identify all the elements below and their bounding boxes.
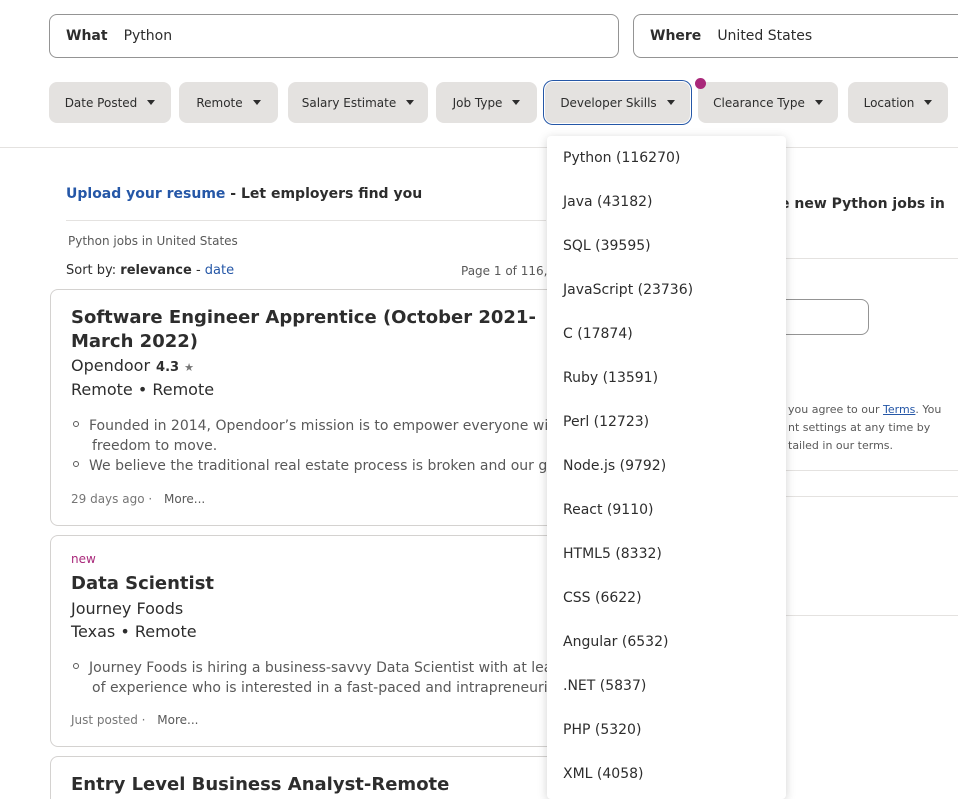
caret-down-icon — [406, 100, 415, 105]
caret-down-icon — [512, 100, 521, 105]
caret-down-icon — [147, 100, 156, 105]
skill-option-nodejs[interactable]: Node.js (9792) — [563, 458, 666, 474]
terms-link[interactable]: Terms — [883, 403, 915, 416]
terms-line: you agree to our — [788, 403, 884, 416]
job-title[interactable]: Software Engineer Apprentice (October 20… — [71, 306, 551, 354]
skill-option-ruby[interactable]: Ruby (13591) — [563, 370, 658, 386]
job-snippet: Founded in 2014, Opendoor’s mission is t… — [73, 416, 590, 476]
caret-down-icon — [666, 100, 675, 105]
job-meta: Just posted · More... — [71, 713, 199, 727]
filter-label: Remote — [196, 95, 243, 110]
company-rating: 4.3 — [156, 360, 180, 375]
developer-skills-dropdown: Python (116270) Java (43182) SQL (39595)… — [547, 136, 786, 799]
filter-location[interactable]: Location — [848, 82, 948, 123]
skill-option-react[interactable]: React (9110) — [563, 502, 653, 518]
more-link[interactable]: More... — [164, 492, 205, 506]
filter-clearance-type[interactable]: Clearance Type — [698, 82, 838, 123]
sort-separator: - — [191, 263, 205, 278]
posted-date: 29 days ago — [71, 492, 145, 506]
filter-label: Location — [863, 95, 915, 110]
bullet-icon — [73, 421, 79, 427]
filter-job-type[interactable]: Job Type — [436, 82, 537, 123]
company-name: Opendoor 4.3 ★ — [71, 356, 194, 375]
star-icon: ★ — [184, 361, 195, 374]
sort-by: Sort by: relevance - date — [66, 263, 234, 278]
skill-option-sql[interactable]: SQL (39595) — [563, 238, 651, 254]
company-name: Journey Foods — [71, 599, 184, 618]
filter-remote[interactable]: Remote — [179, 82, 278, 123]
filter-label: Date Posted — [64, 95, 138, 110]
snippet-line: freedom to move. — [92, 438, 218, 454]
snippet-line: Founded in 2014, Opendoor’s mission is t… — [89, 418, 590, 434]
job-snippet: Journey Foods is hiring a business-savvy… — [73, 658, 584, 698]
where-input[interactable] — [717, 28, 958, 44]
posted-date: Just posted — [71, 713, 138, 727]
divider — [66, 220, 546, 221]
filter-salary-estimate[interactable]: Salary Estimate — [288, 82, 428, 123]
terms-text: you agree to our Terms. You nt settings … — [788, 401, 941, 455]
snippet-line: We believe the traditional real estate p… — [89, 458, 584, 474]
snippet-line: Journey Foods is hiring a business-savvy… — [89, 660, 584, 676]
skill-option-python[interactable]: Python (116270) — [563, 150, 680, 166]
new-badge: new — [71, 552, 96, 566]
sort-date-link[interactable]: date — [205, 263, 234, 278]
upload-resume-text: - Let employers find you — [225, 186, 423, 202]
skill-option-php[interactable]: PHP (5320) — [563, 722, 641, 738]
skill-option-javascript[interactable]: JavaScript (23736) — [563, 282, 693, 298]
job-alert-text: e new Python jobs in — [780, 196, 945, 212]
filter-label: Job Type — [452, 95, 503, 110]
sort-relevance: relevance — [120, 263, 192, 278]
where-search-box[interactable]: Where — [633, 14, 958, 58]
where-label: Where — [650, 28, 702, 44]
terms-line: tailed in our terms. — [788, 439, 894, 452]
caret-down-icon — [924, 100, 933, 105]
terms-line: . You — [915, 403, 942, 416]
more-link[interactable]: More... — [157, 713, 198, 727]
upload-resume-banner: Upload your resume - Let employers find … — [66, 186, 422, 202]
bullet-icon — [73, 663, 79, 669]
caret-down-icon — [252, 100, 261, 105]
job-location: Texas • Remote — [71, 622, 197, 641]
company-label: Opendoor — [71, 356, 151, 375]
job-meta: 29 days ago · More... — [71, 492, 206, 506]
what-input[interactable] — [123, 28, 504, 44]
results-heading: Python jobs in United States — [68, 234, 238, 248]
what-label: What — [66, 28, 108, 44]
skill-option-dotnet[interactable]: .NET (5837) — [563, 678, 646, 694]
filter-label: Clearance Type — [713, 95, 805, 110]
job-title[interactable]: Entry Level Business Analyst-Remote — [71, 773, 449, 797]
filter-date-posted[interactable]: Date Posted — [49, 82, 171, 123]
sort-label: Sort by: — [66, 263, 121, 278]
filter-label: Developer Skills — [560, 95, 657, 110]
notification-dot — [695, 78, 706, 89]
skill-option-xml[interactable]: XML (4058) — [563, 766, 643, 782]
snippet-line: of experience who is interested in a fas… — [92, 680, 574, 696]
skill-option-perl[interactable]: Perl (12723) — [563, 414, 649, 430]
caret-down-icon — [814, 100, 823, 105]
header-divider — [0, 147, 958, 148]
page-info: Page 1 of 116,4 — [461, 264, 556, 278]
skill-option-java[interactable]: Java (43182) — [563, 194, 652, 210]
filter-developer-skills[interactable]: Developer Skills — [545, 82, 690, 123]
job-location: Remote • Remote — [71, 380, 215, 399]
skill-option-html5[interactable]: HTML5 (8332) — [563, 546, 662, 562]
skill-option-c[interactable]: C (17874) — [563, 326, 633, 342]
upload-resume-link[interactable]: Upload your resume — [66, 186, 225, 202]
bullet-icon — [73, 461, 79, 467]
skill-option-css[interactable]: CSS (6622) — [563, 590, 642, 606]
job-title[interactable]: Data Scientist — [71, 572, 214, 596]
skill-option-angular[interactable]: Angular (6532) — [563, 634, 668, 650]
filter-label: Salary Estimate — [301, 95, 397, 110]
terms-line: nt settings at any time by — [788, 421, 931, 434]
what-search-box[interactable]: What — [49, 14, 619, 58]
